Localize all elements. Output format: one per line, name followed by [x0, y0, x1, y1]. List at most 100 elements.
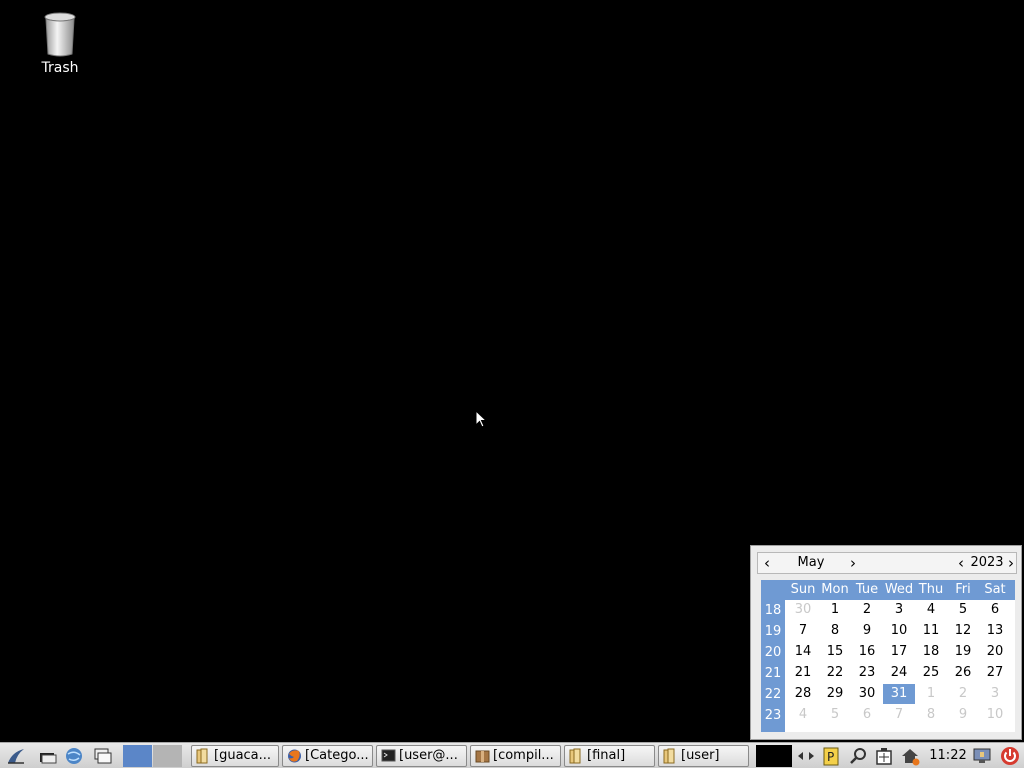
calendar-day[interactable]: 3 — [883, 600, 915, 620]
calendar-day[interactable]: 12 — [947, 621, 979, 641]
previous-year-button[interactable]: ‹ — [954, 554, 968, 572]
calendar-day[interactable]: 9 — [851, 621, 883, 641]
calendar-day[interactable]: 10 — [883, 621, 915, 641]
screen-lock-icon[interactable] — [972, 746, 992, 766]
show-desktop-icon[interactable] — [93, 746, 113, 766]
calendar-day[interactable]: 29 — [819, 684, 851, 704]
task-button[interactable]: [user] — [658, 745, 749, 767]
calendar-day[interactable]: 1 — [819, 600, 851, 620]
firefox-icon — [288, 749, 301, 763]
browser-icon[interactable] — [64, 746, 84, 766]
calendar-day[interactable]: 5 — [819, 705, 851, 725]
calendar-popup: ‹ May › ‹ 2023 › 18 19 20 21 22 23 Sun Mon Tue W… — [750, 545, 1022, 740]
network-icon[interactable] — [796, 746, 816, 766]
desktop-icon-label: Trash — [41, 60, 79, 76]
calendar-day[interactable]: 16 — [851, 642, 883, 662]
day-header: Sat — [984, 582, 1006, 597]
day-header: Mon — [821, 582, 849, 597]
task-label: [guaca... — [214, 748, 272, 763]
menu-icon[interactable] — [6, 746, 26, 766]
calendar-day[interactable]: 6 — [979, 600, 1011, 620]
calendar-header: ‹ May › ‹ 2023 › — [757, 552, 1017, 574]
calendar-day[interactable]: 2 — [947, 684, 979, 704]
calendar-day[interactable]: 24 — [883, 663, 915, 683]
week-number: 22 — [764, 687, 782, 702]
task-label: [Catego... — [305, 748, 369, 763]
task-label: [compil... — [493, 748, 554, 763]
day-header: Fri — [955, 582, 971, 597]
calendar-day[interactable]: 23 — [851, 663, 883, 683]
calendar-day[interactable]: 8 — [915, 705, 947, 725]
battery-icon[interactable] — [874, 746, 894, 766]
update-icon[interactable] — [900, 746, 920, 766]
task-button[interactable]: [user@... — [376, 745, 467, 767]
calendar-day[interactable]: 4 — [915, 600, 947, 620]
task-button[interactable]: [guaca... — [191, 745, 279, 767]
clipboard-icon[interactable]: P — [821, 746, 841, 766]
file-manager-icon[interactable] — [38, 746, 58, 766]
calendar-day[interactable]: 9 — [947, 705, 979, 725]
next-year-button[interactable]: › — [1004, 554, 1018, 572]
week-number: 20 — [764, 645, 782, 660]
mouse-cursor-icon — [475, 410, 487, 428]
calendar-day[interactable]: 7 — [787, 621, 819, 641]
task-button[interactable]: [compil... — [470, 745, 561, 767]
day-header-row: Sun Mon Tue Wed Thu Fri Sat — [785, 580, 1015, 600]
calendar-day[interactable]: 17 — [883, 642, 915, 662]
power-icon[interactable] — [1000, 746, 1020, 766]
calendar-day-selected[interactable]: 31 — [883, 684, 915, 704]
day-header: Sun — [790, 582, 816, 597]
cpu-monitor[interactable] — [756, 745, 792, 767]
folder-icon — [196, 748, 208, 764]
calendar-day[interactable]: 21 — [787, 663, 819, 683]
folder-icon — [663, 748, 675, 764]
calendar-day[interactable]: 25 — [915, 663, 947, 683]
calendar-day[interactable]: 22 — [819, 663, 851, 683]
taskbar: [guaca... [Catego... [user@... [compil..… — [0, 742, 1024, 768]
week-number: 21 — [764, 666, 782, 681]
calendar-day[interactable]: 30 — [851, 684, 883, 704]
calendar-day[interactable]: 7 — [883, 705, 915, 725]
calendar-day[interactable]: 14 — [787, 642, 819, 662]
calendar-day[interactable]: 5 — [947, 600, 979, 620]
calendar-day[interactable]: 3 — [979, 684, 1011, 704]
week-number: 23 — [764, 708, 782, 723]
desktop-icon-trash[interactable]: Trash — [28, 12, 92, 76]
calendar-day[interactable]: 11 — [915, 621, 947, 641]
desktop-switcher-2[interactable] — [153, 745, 182, 767]
year-label: 2023 — [970, 555, 1004, 570]
folder-icon — [569, 748, 581, 764]
calendar-day[interactable]: 6 — [851, 705, 883, 725]
calendar-day[interactable]: 8 — [819, 621, 851, 641]
trash-icon — [44, 12, 76, 57]
calendar-day[interactable]: 18 — [915, 642, 947, 662]
calendar-day[interactable]: 4 — [787, 705, 819, 725]
calendar-day[interactable]: 10 — [979, 705, 1011, 725]
calendar-day[interactable]: 20 — [979, 642, 1011, 662]
clock[interactable]: 11:22 — [926, 746, 970, 766]
search-icon[interactable] — [849, 746, 869, 766]
calendar-day[interactable]: 13 — [979, 621, 1011, 641]
week-number: 18 — [764, 603, 782, 618]
previous-month-button[interactable]: ‹ — [760, 554, 774, 572]
calendar-day[interactable]: 30 — [787, 600, 819, 620]
task-button[interactable]: [final] — [564, 745, 655, 767]
task-label: [user] — [681, 748, 720, 763]
calendar-day[interactable]: 27 — [979, 663, 1011, 683]
day-header: Tue — [855, 582, 879, 597]
calendar-day[interactable]: 2 — [851, 600, 883, 620]
archive-icon — [475, 750, 490, 763]
next-month-button[interactable]: › — [846, 554, 860, 572]
calendar-day[interactable]: 28 — [787, 684, 819, 704]
calendar-day[interactable]: 26 — [947, 663, 979, 683]
calendar-day[interactable]: 15 — [819, 642, 851, 662]
calendar-day[interactable]: 1 — [915, 684, 947, 704]
day-header: Thu — [918, 582, 944, 597]
desktop-switcher-1[interactable] — [123, 745, 152, 767]
week-number-column: 18 19 20 21 22 23 — [761, 580, 785, 732]
desktop: Trash ‹ May › ‹ 2023 › 18 19 20 21 22 23 Sun M… — [0, 0, 1024, 742]
task-button[interactable]: [Catego... — [282, 745, 373, 767]
calendar-grid: 18 19 20 21 22 23 Sun Mon Tue Wed Thu Fri Sat 30 1 2 3… — [761, 580, 1015, 732]
calendar-day[interactable]: 19 — [947, 642, 979, 662]
terminal-icon — [381, 749, 396, 762]
